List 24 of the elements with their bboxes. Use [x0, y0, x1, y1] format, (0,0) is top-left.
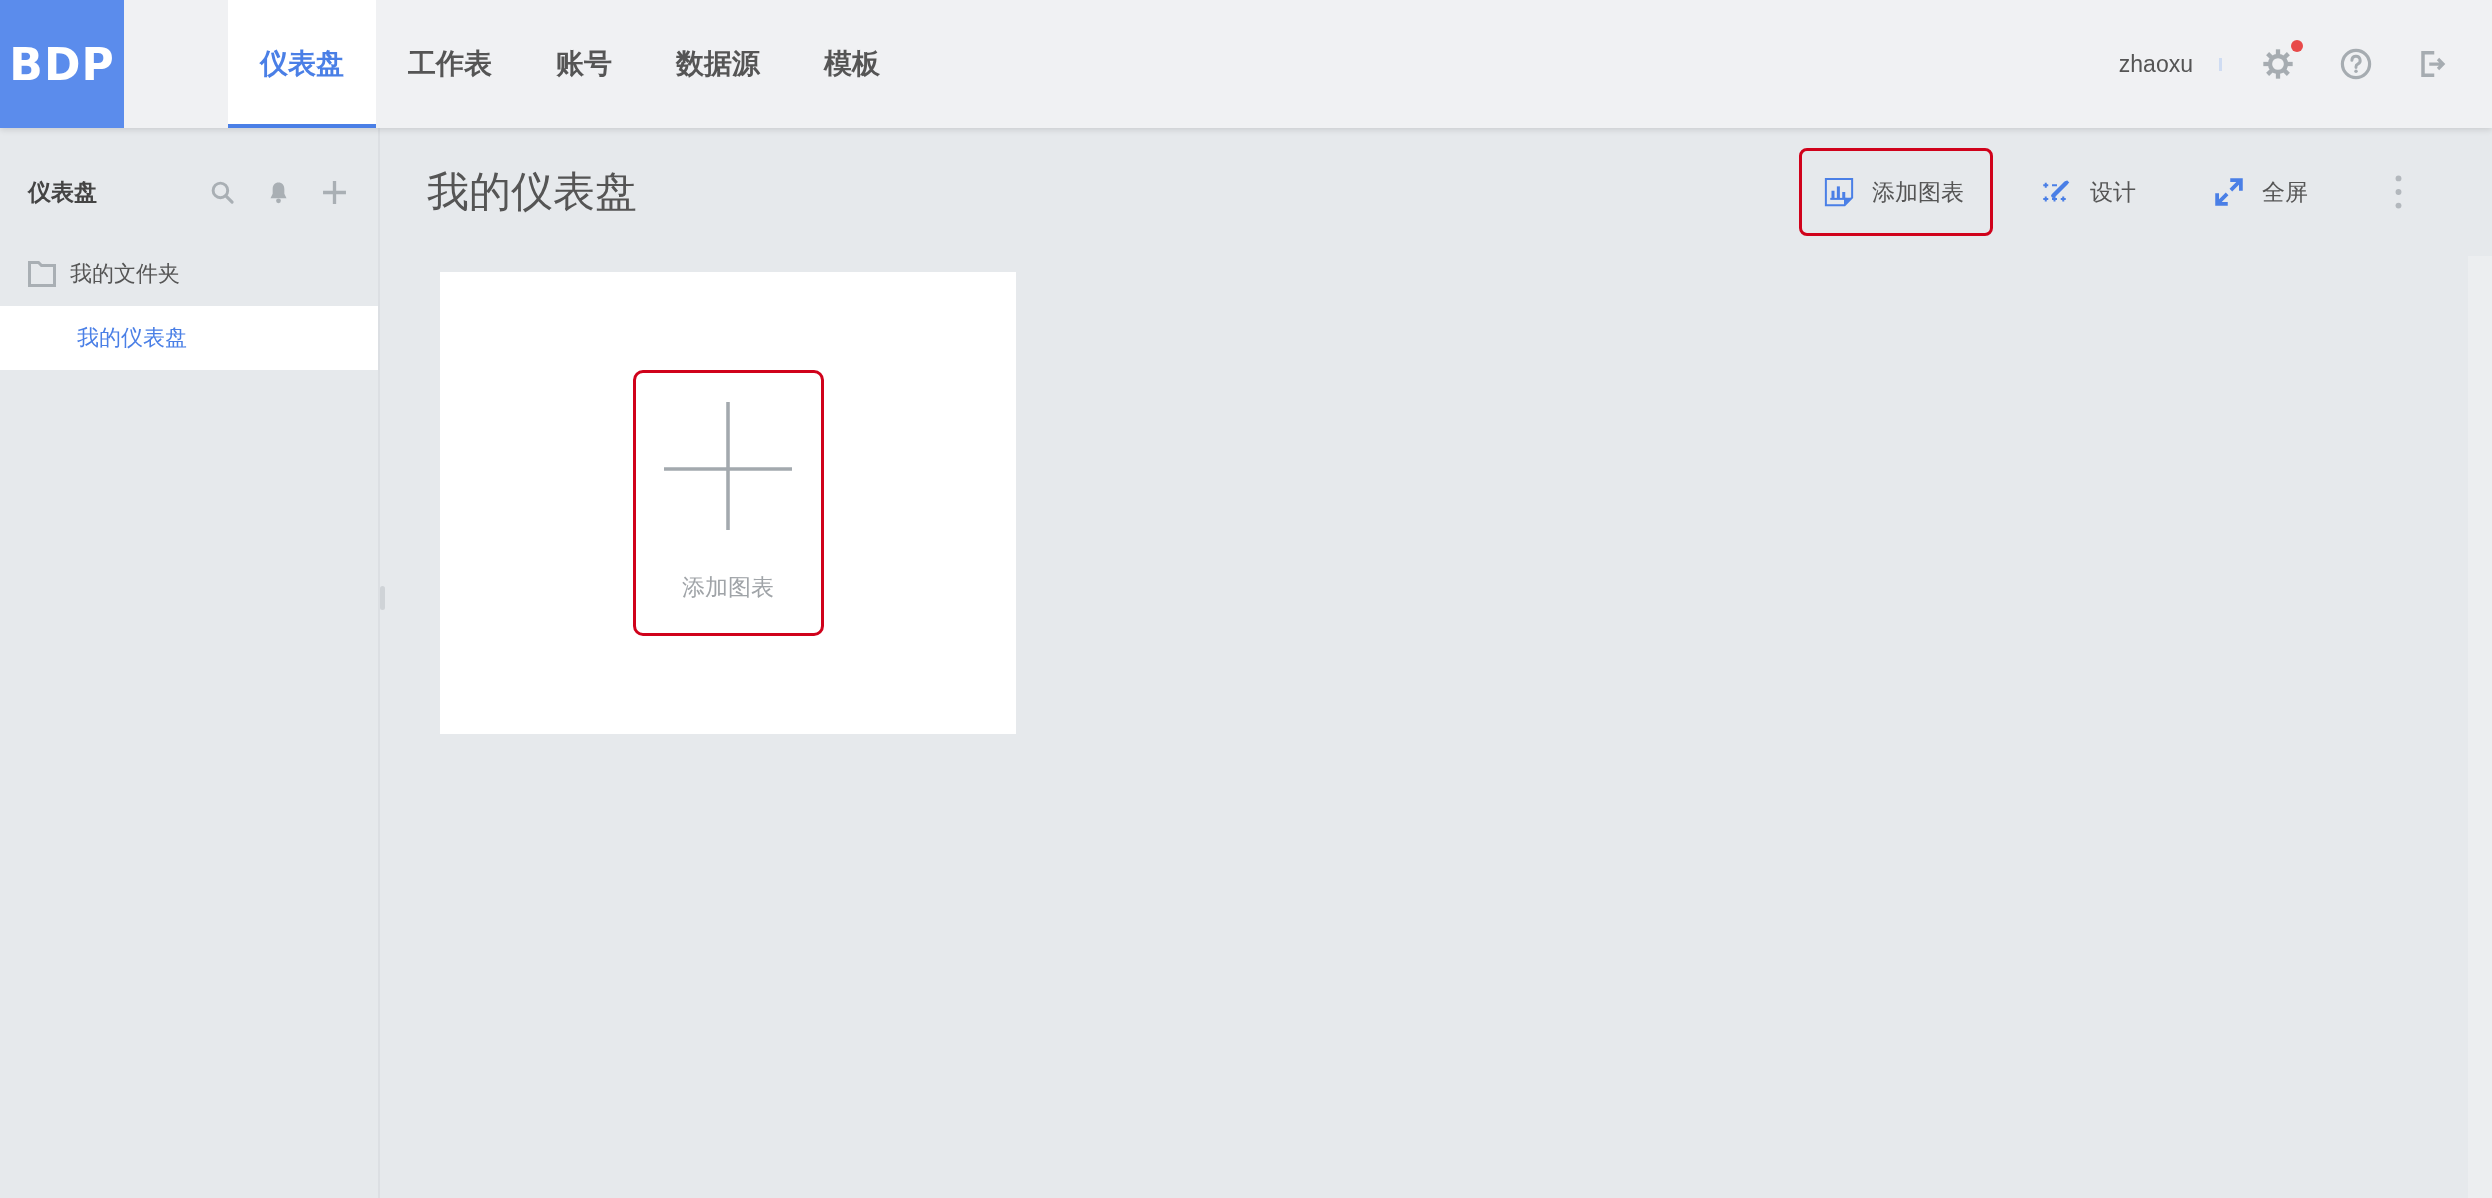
- logo[interactable]: BDP: [0, 0, 124, 128]
- nav-tab[interactable]: 仪表盘: [228, 0, 376, 128]
- toolbar-button[interactable]: 全屏: [2189, 148, 2337, 236]
- toolbar-button[interactable]: 设计: [2017, 148, 2165, 236]
- folder-icon: [28, 261, 56, 287]
- exit-icon[interactable]: [2418, 48, 2448, 80]
- page-title: 我的仪表盘: [427, 167, 638, 217]
- help-icon[interactable]: [2340, 48, 2372, 80]
- nav-tab[interactable]: 数据源: [644, 0, 792, 128]
- chart-icon: [1824, 177, 1854, 207]
- tree-item[interactable]: 我的仪表盘: [0, 306, 378, 370]
- search-icon[interactable]: [210, 179, 235, 205]
- plus-icon[interactable]: [322, 179, 347, 205]
- nav-tab[interactable]: 工作表: [376, 0, 524, 128]
- gear-icon[interactable]: [2262, 48, 2294, 80]
- plus-icon: [664, 402, 792, 530]
- nav-tab[interactable]: 模板: [792, 0, 912, 128]
- more-icon[interactable]: [2395, 175, 2402, 209]
- tree-item[interactable]: 我的文件夹: [0, 242, 378, 306]
- expand-icon: [2214, 177, 2244, 207]
- sidebar-title: 仪表盘: [28, 177, 97, 207]
- username[interactable]: zhaoxu: [2118, 50, 2193, 78]
- toolbar-button[interactable]: 添加图表: [1799, 148, 1993, 236]
- nav-tab[interactable]: 账号: [524, 0, 644, 128]
